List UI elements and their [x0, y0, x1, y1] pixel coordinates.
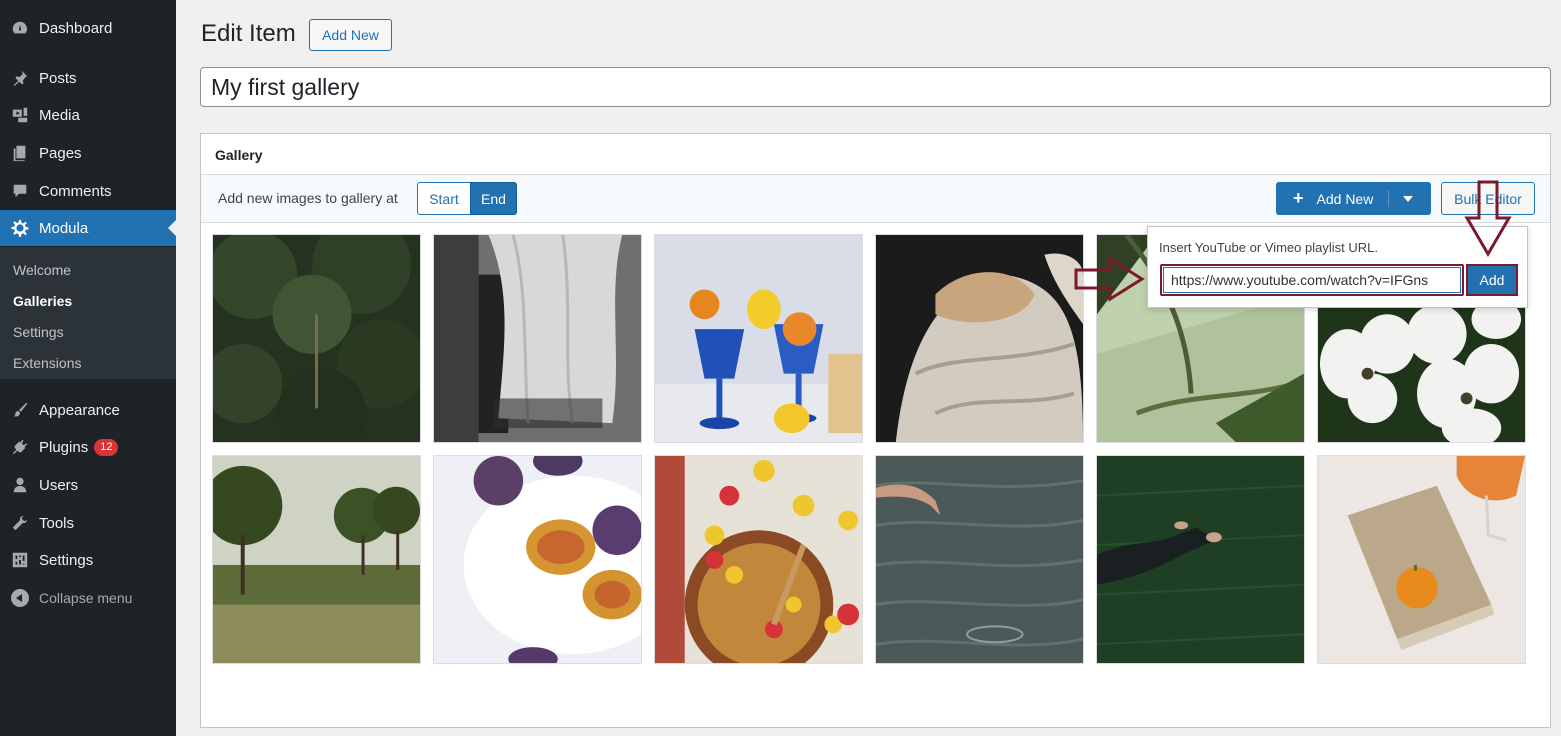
- submenu-settings[interactable]: Settings: [13, 324, 64, 340]
- gallery-thumbnail-bed-sheets[interactable]: [875, 234, 1084, 443]
- user-icon: [10, 475, 30, 495]
- playlist-url-input[interactable]: https://www.youtube.com/watch?v=IFGns: [1160, 264, 1464, 296]
- add-at-end-button[interactable]: End: [470, 182, 517, 215]
- submenu-welcome[interactable]: Welcome: [13, 262, 71, 278]
- brush-icon: [10, 400, 30, 420]
- sidebar-item-label: Pages: [39, 144, 82, 162]
- sidebar-item-label: Media: [39, 106, 80, 124]
- annotation-arrow-down-icon: [1464, 180, 1512, 257]
- gallery-thumbnail-fruit-bowl[interactable]: [654, 455, 863, 664]
- sidebar-item-appearance[interactable]: Appearance: [0, 392, 176, 428]
- page-title: Edit Item: [201, 20, 296, 47]
- sidebar-item-label: Appearance: [39, 401, 120, 419]
- sidebar-item-media[interactable]: Media: [0, 97, 176, 133]
- playlist-url-label: Insert YouTube or Vimeo playlist URL.: [1159, 240, 1378, 255]
- gallery-toolbar: Add new images to gallery at Start End +…: [201, 175, 1550, 223]
- add-new-media-label: Add New: [1316, 190, 1374, 207]
- gallery-thumbnail-forest[interactable]: [212, 234, 421, 443]
- plug-icon: [10, 437, 30, 457]
- sidebar-item-label: Settings: [39, 551, 94, 569]
- wrench-icon: [10, 513, 30, 533]
- split-divider: [1388, 190, 1389, 207]
- gallery-title-input[interactable]: My first gallery: [200, 67, 1551, 107]
- add-at-start-button[interactable]: Start: [417, 182, 471, 215]
- sidebar-item-modula[interactable]: Modula: [0, 210, 176, 246]
- gallery-thumbnail-curtain-window[interactable]: [433, 234, 642, 443]
- add-new-item-button[interactable]: Add New: [309, 19, 392, 51]
- sidebar-item-settings[interactable]: Settings: [0, 542, 176, 578]
- gallery-thumbnail-plums-plate[interactable]: [433, 455, 642, 664]
- sidebar-item-users[interactable]: Users: [0, 467, 176, 503]
- comment-icon: [10, 181, 30, 201]
- gallery-thumbnail-person-in-grass[interactable]: [1096, 455, 1305, 664]
- add-position-label: Add new images to gallery at: [218, 190, 398, 206]
- annotation-arrow-right-icon: [1074, 256, 1145, 302]
- chevron-down-icon[interactable]: [1403, 196, 1413, 202]
- collapse-icon: [10, 588, 30, 608]
- sidebar-item-label: Dashboard: [39, 19, 113, 37]
- plugins-update-badge: 12: [94, 438, 119, 456]
- sidebar-item-label: Posts: [39, 69, 77, 87]
- modula-submenu: Welcome Galleries Settings Extensions: [0, 247, 176, 379]
- gallery-metabox-title: Gallery: [201, 134, 1550, 175]
- sidebar-item-label: Modula: [39, 219, 89, 237]
- collapse-menu-label: Collapse menu: [39, 590, 133, 606]
- gallery-thumbnail-citrus-blue-glasses[interactable]: [654, 234, 863, 443]
- sidebar-item-label: Plugins: [39, 438, 89, 456]
- collapse-menu-button[interactable]: Collapse menu: [0, 580, 176, 616]
- sidebar-item-plugins[interactable]: Plugins 12: [0, 429, 176, 465]
- pages-icon: [10, 143, 30, 163]
- plus-icon: +: [1293, 188, 1304, 208]
- submenu-galleries[interactable]: Galleries: [13, 293, 72, 309]
- dashboard-icon: [10, 18, 30, 38]
- media-icon: [10, 105, 30, 125]
- submenu-extensions[interactable]: Extensions: [13, 355, 81, 371]
- sidebar-item-comments[interactable]: Comments: [0, 173, 176, 209]
- sidebar-item-posts[interactable]: Posts: [0, 60, 176, 96]
- gallery-thumbnail-book-orange[interactable]: [1317, 455, 1526, 664]
- sidebar-item-tools[interactable]: Tools: [0, 505, 176, 541]
- sidebar-item-label: Comments: [39, 182, 112, 200]
- admin-sidebar: Dashboard Posts Media Pages Comments Mod…: [0, 0, 176, 736]
- add-new-media-button[interactable]: + Add New: [1276, 182, 1431, 215]
- sliders-icon: [10, 550, 30, 570]
- sidebar-item-label: Tools: [39, 514, 75, 532]
- gear-icon: [10, 218, 30, 238]
- pin-icon: [10, 68, 30, 88]
- sidebar-item-pages[interactable]: Pages: [0, 135, 176, 171]
- gallery-thumbnail-water-hand[interactable]: [875, 455, 1084, 664]
- playlist-add-button[interactable]: Add: [1466, 264, 1518, 296]
- sidebar-item-dashboard[interactable]: Dashboard: [0, 10, 176, 46]
- gallery-thumbnail-field-trees[interactable]: [212, 455, 421, 664]
- sidebar-item-label: Users: [39, 476, 79, 494]
